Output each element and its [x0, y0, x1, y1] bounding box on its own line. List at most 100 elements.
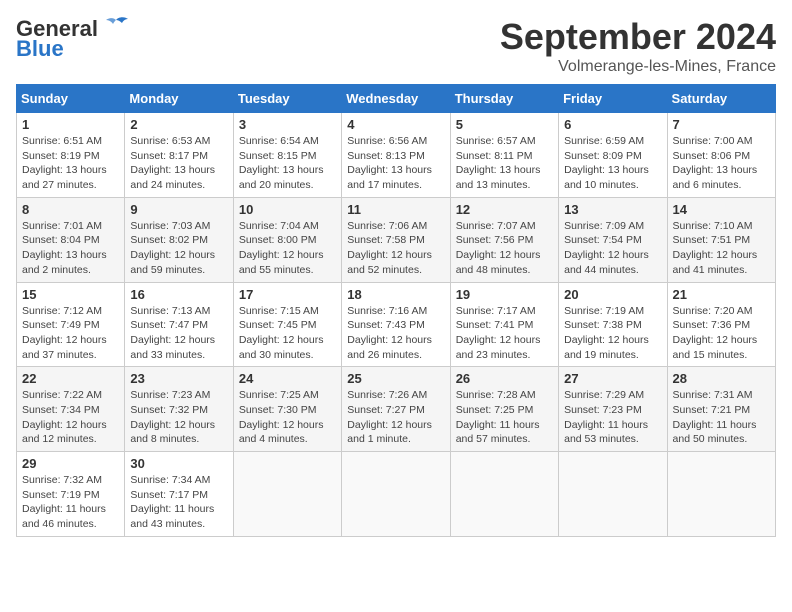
day-info: Sunrise: 7:29 AMSunset: 7:23 PMDaylight:… — [564, 388, 661, 447]
title-block: September 2024 Volmerange-les-Mines, Fra… — [500, 16, 776, 76]
calendar-cell: 18Sunrise: 7:16 AMSunset: 7:43 PMDayligh… — [342, 282, 450, 367]
day-number: 2 — [130, 117, 227, 132]
day-number: 20 — [564, 287, 661, 302]
day-number: 17 — [239, 287, 336, 302]
calendar-week-row: 15 Sunrise: 7:12 AMSunset: 7:49 PMDayligh… — [17, 282, 776, 367]
day-number: 18 — [347, 287, 444, 302]
day-number: 1 — [22, 117, 119, 132]
day-number: 4 — [347, 117, 444, 132]
day-info: Sunrise: 6:51 AMSunset: 8:19 PMDaylight:… — [22, 134, 119, 193]
day-number: 19 — [456, 287, 553, 302]
calendar-cell: 28 Sunrise: 7:31 AMSunset: 7:21 PMDayligh… — [667, 367, 775, 452]
day-info: Sunrise: 6:59 AMSunset: 8:09 PMDaylight:… — [564, 134, 661, 193]
logo-blue-text: Blue — [16, 38, 64, 60]
day-info: Sunrise: 7:07 AMSunset: 7:56 PMDaylight:… — [456, 219, 553, 278]
calendar-cell: 30 Sunrise: 7:34 AMSunset: 7:17 PMDayligh… — [125, 452, 233, 537]
day-number: 6 — [564, 117, 661, 132]
calendar-cell: 25 Sunrise: 7:26 AMSunset: 7:27 PMDayligh… — [342, 367, 450, 452]
weekday-header: Monday — [125, 85, 233, 113]
day-number: 24 — [239, 371, 336, 386]
day-number: 9 — [130, 202, 227, 217]
calendar-cell: 8 Sunrise: 7:01 AMSunset: 8:04 PMDaylight… — [17, 197, 125, 282]
day-number: 22 — [22, 371, 119, 386]
calendar-cell: 15 Sunrise: 7:12 AMSunset: 7:49 PMDayligh… — [17, 282, 125, 367]
day-number: 5 — [456, 117, 553, 132]
calendar-cell: 26 Sunrise: 7:28 AMSunset: 7:25 PMDayligh… — [450, 367, 558, 452]
calendar-cell: 5 Sunrise: 6:57 AMSunset: 8:11 PMDaylight… — [450, 113, 558, 198]
calendar-cell: 12 Sunrise: 7:07 AMSunset: 7:56 PMDayligh… — [450, 197, 558, 282]
day-info: Sunrise: 7:04 AMSunset: 8:00 PMDaylight:… — [239, 219, 336, 278]
calendar-cell — [233, 452, 341, 537]
day-number: 25 — [347, 371, 444, 386]
calendar-cell: 7 Sunrise: 7:00 AMSunset: 8:06 PMDaylight… — [667, 113, 775, 198]
calendar-cell: 20 Sunrise: 7:19 AMSunset: 7:38 PMDayligh… — [559, 282, 667, 367]
day-info: Sunrise: 7:00 AMSunset: 8:06 PMDaylight:… — [673, 134, 770, 193]
calendar-cell: 9Sunrise: 7:03 AMSunset: 8:02 PMDaylight… — [125, 197, 233, 282]
calendar-week-row: 8 Sunrise: 7:01 AMSunset: 8:04 PMDaylight… — [17, 197, 776, 282]
day-number: 13 — [564, 202, 661, 217]
day-number: 23 — [130, 371, 227, 386]
calendar-cell: 27 Sunrise: 7:29 AMSunset: 7:23 PMDayligh… — [559, 367, 667, 452]
day-info: Sunrise: 7:12 AMSunset: 7:49 PMDaylight:… — [22, 304, 119, 363]
day-number: 3 — [239, 117, 336, 132]
day-info: Sunrise: 7:22 AMSunset: 7:34 PMDaylight:… — [22, 388, 119, 447]
day-info: Sunrise: 6:56 AMSunset: 8:13 PMDaylight:… — [347, 134, 444, 193]
day-info: Sunrise: 6:53 AMSunset: 8:17 PMDaylight:… — [130, 134, 227, 193]
day-number: 29 — [22, 456, 119, 471]
day-info: Sunrise: 7:28 AMSunset: 7:25 PMDaylight:… — [456, 388, 553, 447]
weekday-header-row: SundayMondayTuesdayWednesdayThursdayFrid… — [17, 85, 776, 113]
day-info: Sunrise: 7:19 AMSunset: 7:38 PMDaylight:… — [564, 304, 661, 363]
calendar-cell: 19Sunrise: 7:17 AMSunset: 7:41 PMDayligh… — [450, 282, 558, 367]
calendar-cell: 11Sunrise: 7:06 AMSunset: 7:58 PMDayligh… — [342, 197, 450, 282]
day-info: Sunrise: 7:34 AMSunset: 7:17 PMDaylight:… — [130, 473, 227, 532]
day-number: 26 — [456, 371, 553, 386]
day-number: 28 — [673, 371, 770, 386]
day-number: 12 — [456, 202, 553, 217]
day-number: 21 — [673, 287, 770, 302]
calendar-cell: 29 Sunrise: 7:32 AMSunset: 7:19 PMDayligh… — [17, 452, 125, 537]
page-header: General Blue September 2024 Volmerange-l… — [16, 16, 776, 76]
day-info: Sunrise: 6:57 AMSunset: 8:11 PMDaylight:… — [456, 134, 553, 193]
calendar-cell: 23 Sunrise: 7:23 AMSunset: 7:32 PMDayligh… — [125, 367, 233, 452]
calendar-week-row: 1 Sunrise: 6:51 AMSunset: 8:19 PMDaylight… — [17, 113, 776, 198]
day-info: Sunrise: 7:13 AMSunset: 7:47 PMDaylight:… — [130, 304, 227, 363]
calendar-cell: 16Sunrise: 7:13 AMSunset: 7:47 PMDayligh… — [125, 282, 233, 367]
day-info: Sunrise: 7:23 AMSunset: 7:32 PMDaylight:… — [130, 388, 227, 447]
calendar-cell: 3 Sunrise: 6:54 AMSunset: 8:15 PMDaylight… — [233, 113, 341, 198]
day-number: 27 — [564, 371, 661, 386]
weekday-header: Friday — [559, 85, 667, 113]
day-number: 14 — [673, 202, 770, 217]
day-number: 15 — [22, 287, 119, 302]
calendar-cell: 24Sunrise: 7:25 AMSunset: 7:30 PMDayligh… — [233, 367, 341, 452]
location-title: Volmerange-les-Mines, France — [500, 58, 776, 76]
weekday-header: Tuesday — [233, 85, 341, 113]
calendar-cell: 6 Sunrise: 6:59 AMSunset: 8:09 PMDaylight… — [559, 113, 667, 198]
calendar-cell — [667, 452, 775, 537]
day-number: 30 — [130, 456, 227, 471]
calendar-week-row: 22 Sunrise: 7:22 AMSunset: 7:34 PMDayligh… — [17, 367, 776, 452]
day-info: Sunrise: 7:20 AMSunset: 7:36 PMDaylight:… — [673, 304, 770, 363]
calendar-cell: 17 Sunrise: 7:15 AMSunset: 7:45 PMDayligh… — [233, 282, 341, 367]
calendar-week-row: 29 Sunrise: 7:32 AMSunset: 7:19 PMDayligh… — [17, 452, 776, 537]
day-number: 8 — [22, 202, 119, 217]
day-info: Sunrise: 7:31 AMSunset: 7:21 PMDaylight:… — [673, 388, 770, 447]
day-info: Sunrise: 7:32 AMSunset: 7:19 PMDaylight:… — [22, 473, 119, 532]
day-info: Sunrise: 7:09 AMSunset: 7:54 PMDaylight:… — [564, 219, 661, 278]
calendar-cell: 2 Sunrise: 6:53 AMSunset: 8:17 PMDaylight… — [125, 113, 233, 198]
calendar-cell: 13 Sunrise: 7:09 AMSunset: 7:54 PMDayligh… — [559, 197, 667, 282]
day-info: Sunrise: 7:26 AMSunset: 7:27 PMDaylight:… — [347, 388, 444, 447]
month-title: September 2024 — [500, 16, 776, 58]
day-number: 7 — [673, 117, 770, 132]
day-info: Sunrise: 7:15 AMSunset: 7:45 PMDaylight:… — [239, 304, 336, 363]
calendar-table: SundayMondayTuesdayWednesdayThursdayFrid… — [16, 84, 776, 537]
logo: General Blue — [16, 16, 130, 60]
calendar-cell: 10 Sunrise: 7:04 AMSunset: 8:00 PMDayligh… — [233, 197, 341, 282]
day-info: Sunrise: 6:54 AMSunset: 8:15 PMDaylight:… — [239, 134, 336, 193]
calendar-cell — [342, 452, 450, 537]
day-info: Sunrise: 7:01 AMSunset: 8:04 PMDaylight:… — [22, 219, 119, 278]
logo-bird-icon — [102, 16, 130, 38]
day-number: 10 — [239, 202, 336, 217]
weekday-header: Wednesday — [342, 85, 450, 113]
weekday-header: Saturday — [667, 85, 775, 113]
calendar-cell: 21 Sunrise: 7:20 AMSunset: 7:36 PMDayligh… — [667, 282, 775, 367]
